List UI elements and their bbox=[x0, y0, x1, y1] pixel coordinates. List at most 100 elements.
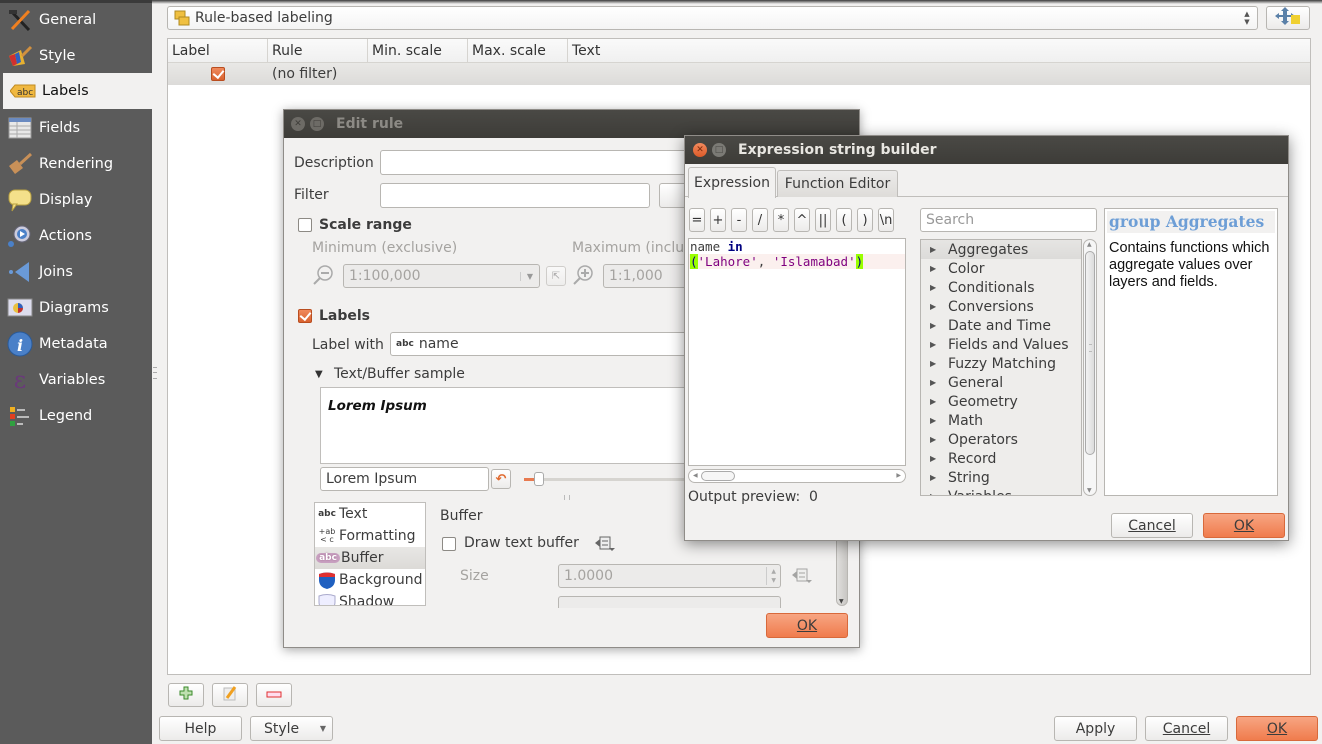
function-search-input[interactable]: Search bbox=[920, 208, 1097, 232]
expand-arrow-icon[interactable]: ▶ bbox=[930, 492, 938, 495]
function-group-item[interactable]: ▶ Record bbox=[921, 449, 1081, 468]
expression-builder-titlebar[interactable]: ✕ □ Expression string builder bbox=[685, 136, 1288, 164]
operator-multiply-button[interactable]: * bbox=[773, 208, 789, 232]
column-header-label[interactable]: Label bbox=[168, 39, 268, 63]
slider-handle[interactable] bbox=[534, 472, 544, 486]
operator-plus-button[interactable]: + bbox=[710, 208, 726, 232]
sidebar-item-fields[interactable]: Fields bbox=[0, 110, 152, 146]
section-item-text[interactable]: abc Text bbox=[315, 503, 425, 525]
row-enabled-checkbox[interactable] bbox=[211, 67, 225, 81]
expand-arrow-icon[interactable]: ▶ bbox=[930, 473, 938, 482]
draw-buffer-checkbox[interactable] bbox=[442, 537, 456, 551]
sidebar-item-metadata[interactable]: i Metadata bbox=[0, 326, 152, 362]
operator-power-button[interactable]: ^ bbox=[794, 208, 810, 232]
expand-arrow-icon[interactable]: ▶ bbox=[930, 302, 938, 311]
size-unit-select[interactable] bbox=[558, 596, 781, 608]
sidebar-item-variables[interactable]: ε Variables bbox=[0, 362, 152, 398]
style-menu-button[interactable]: Style ▼ bbox=[250, 716, 333, 741]
expression-editor[interactable]: name in ('Lahore', 'Islamabad') bbox=[688, 238, 906, 466]
edit-rule-button[interactable] bbox=[212, 683, 248, 707]
section-item-background[interactable]: Background bbox=[315, 569, 425, 591]
operator-newline-button[interactable]: \n bbox=[878, 208, 894, 232]
sidebar-item-rendering[interactable]: Rendering bbox=[0, 146, 152, 182]
section-item-shadow[interactable]: Shadow bbox=[315, 591, 425, 605]
function-group-item[interactable]: ▶ Color bbox=[921, 259, 1081, 278]
function-group-item[interactable]: ▶ Geometry bbox=[921, 392, 1081, 411]
labeling-mode-select[interactable]: Rule-based labeling ▲ ▼ bbox=[167, 6, 1258, 30]
function-group-item[interactable]: ▶ Variables bbox=[921, 487, 1081, 496]
tab-function-editor[interactable]: Function Editor bbox=[777, 170, 898, 197]
add-rule-button[interactable] bbox=[168, 683, 204, 707]
table-row[interactable]: (no filter) bbox=[168, 63, 1310, 85]
function-group-item[interactable]: ▶ Math bbox=[921, 411, 1081, 430]
help-button[interactable]: Help bbox=[159, 716, 242, 741]
apply-button[interactable]: Apply bbox=[1054, 716, 1137, 741]
sidebar-item-joins[interactable]: Joins bbox=[0, 254, 152, 290]
scroll-thumb[interactable] bbox=[701, 471, 735, 481]
sidebar-item-general[interactable]: General bbox=[0, 2, 152, 38]
operator-concat-button[interactable]: || bbox=[815, 208, 831, 232]
section-item-formatting[interactable]: +ab < c Formatting bbox=[315, 525, 425, 547]
maximize-icon[interactable]: □ bbox=[310, 117, 324, 131]
column-header-min-scale[interactable]: Min. scale bbox=[368, 39, 468, 63]
operator-divide-button[interactable]: / bbox=[752, 208, 768, 232]
label-with-field[interactable]: abc name bbox=[390, 332, 710, 356]
expand-arrow-icon[interactable]: ▶ bbox=[930, 435, 938, 444]
function-group-item[interactable]: ▶ Fuzzy Matching bbox=[921, 354, 1081, 373]
function-group-item[interactable]: ▶ Conditionals bbox=[921, 278, 1081, 297]
close-icon[interactable]: ✕ bbox=[693, 143, 707, 157]
editor-hscrollbar[interactable]: ◀ ▶ bbox=[688, 469, 906, 483]
sample-zoom-slider[interactable] bbox=[524, 472, 704, 486]
expand-arrow-icon[interactable]: ▶ bbox=[930, 454, 938, 463]
size-data-defined-icon[interactable] bbox=[791, 566, 813, 588]
operator-open-paren-button[interactable]: ( bbox=[836, 208, 852, 232]
expand-arrow-icon[interactable]: ▶ bbox=[930, 378, 938, 387]
close-icon[interactable]: ✕ bbox=[291, 117, 305, 131]
function-group-item[interactable]: ▶ Fields and Values bbox=[921, 335, 1081, 354]
splitter-handle[interactable] bbox=[1089, 344, 1092, 352]
operator-minus-button[interactable]: - bbox=[731, 208, 747, 232]
function-tree-scrollbar[interactable]: ▲ ▼ bbox=[1083, 239, 1097, 496]
expand-arrow-icon[interactable]: ▶ bbox=[930, 283, 938, 292]
expand-arrow-icon[interactable]: ▶ bbox=[930, 264, 938, 273]
function-group-item[interactable]: ▶ General bbox=[921, 373, 1081, 392]
maximize-icon[interactable]: □ bbox=[712, 143, 726, 157]
operator-equals-button[interactable]: = bbox=[689, 208, 705, 232]
expand-arrow-icon[interactable]: ▶ bbox=[930, 340, 938, 349]
current-scale-button[interactable]: ⇱ bbox=[546, 266, 566, 286]
operator-close-paren-button[interactable]: ) bbox=[857, 208, 873, 232]
collapse-triangle-icon[interactable]: ▼ bbox=[315, 369, 323, 380]
edit-rule-ok-button[interactable]: OK bbox=[766, 613, 848, 638]
sidebar-item-legend[interactable]: Legend bbox=[0, 398, 152, 434]
settings-scrollbar[interactable]: ▼ bbox=[836, 530, 848, 606]
expand-arrow-icon[interactable]: ▶ bbox=[930, 245, 938, 254]
sidebar-item-display[interactable]: Display bbox=[0, 182, 152, 218]
size-spinbox[interactable]: 1.0000 ▲ ▼ bbox=[558, 564, 781, 588]
expression-ok-button[interactable]: OK bbox=[1203, 513, 1285, 538]
rule-settings-button[interactable] bbox=[1266, 6, 1310, 30]
tab-expression[interactable]: Expression bbox=[688, 167, 776, 198]
sample-text-input[interactable]: Lorem Ipsum bbox=[320, 467, 489, 491]
sidebar-item-labels[interactable]: abc Labels bbox=[3, 73, 152, 109]
cancel-button[interactable]: Cancel bbox=[1145, 716, 1228, 741]
reset-sample-button[interactable]: ↶ bbox=[491, 469, 511, 489]
minimum-scale-select[interactable]: 1:100,000 ▼ bbox=[343, 264, 540, 288]
splitter-handle[interactable] bbox=[564, 495, 570, 500]
scale-range-checkbox[interactable] bbox=[298, 218, 312, 232]
function-group-item[interactable]: ▶ Operators bbox=[921, 430, 1081, 449]
function-group-item[interactable]: ▶ String bbox=[921, 468, 1081, 487]
splitter-handle[interactable] bbox=[153, 367, 157, 379]
data-defined-override-icon[interactable] bbox=[594, 534, 616, 556]
filter-input[interactable] bbox=[380, 183, 650, 208]
description-input[interactable] bbox=[380, 150, 700, 175]
column-header-max-scale[interactable]: Max. scale bbox=[468, 39, 568, 63]
expand-arrow-icon[interactable]: ▶ bbox=[930, 321, 938, 330]
expand-arrow-icon[interactable]: ▶ bbox=[930, 359, 938, 368]
sidebar-item-diagrams[interactable]: Diagrams bbox=[0, 290, 152, 326]
function-group-item[interactable]: ▶ Date and Time bbox=[921, 316, 1081, 335]
expression-cancel-button[interactable]: Cancel bbox=[1111, 513, 1193, 538]
expand-arrow-icon[interactable]: ▶ bbox=[930, 416, 938, 425]
function-group-item[interactable]: ▶ Conversions bbox=[921, 297, 1081, 316]
sidebar-item-actions[interactable]: Actions bbox=[0, 218, 152, 254]
column-header-text[interactable]: Text bbox=[568, 39, 1310, 63]
